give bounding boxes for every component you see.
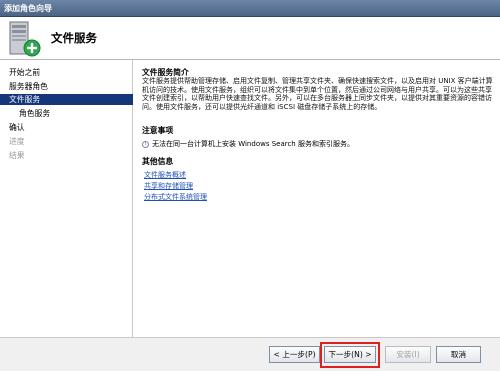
nav-item-before-you-begin[interactable]: 开始之前 [0,67,133,78]
window-title: 添加角色向导 [4,4,52,13]
link-share-storage-management[interactable]: 共享和存储管理 [144,181,193,191]
link-file-services-overview[interactable]: 文件服务概述 [144,170,186,180]
previous-button[interactable]: < 上一步(P) [269,346,320,363]
button-bar: < 上一步(P) 下一步(N) > 安装(I) 取消 [0,337,500,371]
note-text: 无法在同一台计算机上安装 Windows Search 服务和索引服务。 [152,140,354,148]
more-info-heading: 其他信息 [142,157,174,166]
wizard-nav: 开始之前 服务器角色 文件服务 角色服务 确认 进度 结果 [0,60,133,337]
nav-item-results: 结果 [9,151,25,160]
server-role-add-icon [9,21,41,57]
note-row: i 无法在同一台计算机上安装 Windows Search 服务和索引服务。 [142,139,492,151]
next-button-highlight [320,342,380,368]
nav-item-confirmation[interactable]: 确认 [0,122,133,133]
wizard-header: 文件服务 [0,17,500,60]
cancel-button[interactable]: 取消 [436,346,481,363]
page-title: 文件服务 [51,31,97,45]
link-dfs-management[interactable]: 分布式文件系统管理 [144,192,207,202]
nav-item-server-roles[interactable]: 服务器角色 [0,81,133,92]
install-button[interactable]: 安装(I) [385,346,431,363]
nav-item-progress: 进度 [9,137,25,146]
content-pane: 文件服务简介 文件服务提供帮助管理存储、启用文件复制、管理共享文件夹、确保快速搜… [137,60,497,337]
intro-text: 文件服务提供帮助管理存储、启用文件复制、管理共享文件夹、确保快速搜索文件，以及启… [142,77,493,111]
nav-item-role-services[interactable]: 角色服务 [0,108,133,119]
info-icon: i [142,140,149,148]
title-bar: 添加角色向导 [0,0,500,17]
nav-item-file-services[interactable]: 文件服务 [0,94,133,105]
notes-heading: 注意事项 [142,126,174,135]
